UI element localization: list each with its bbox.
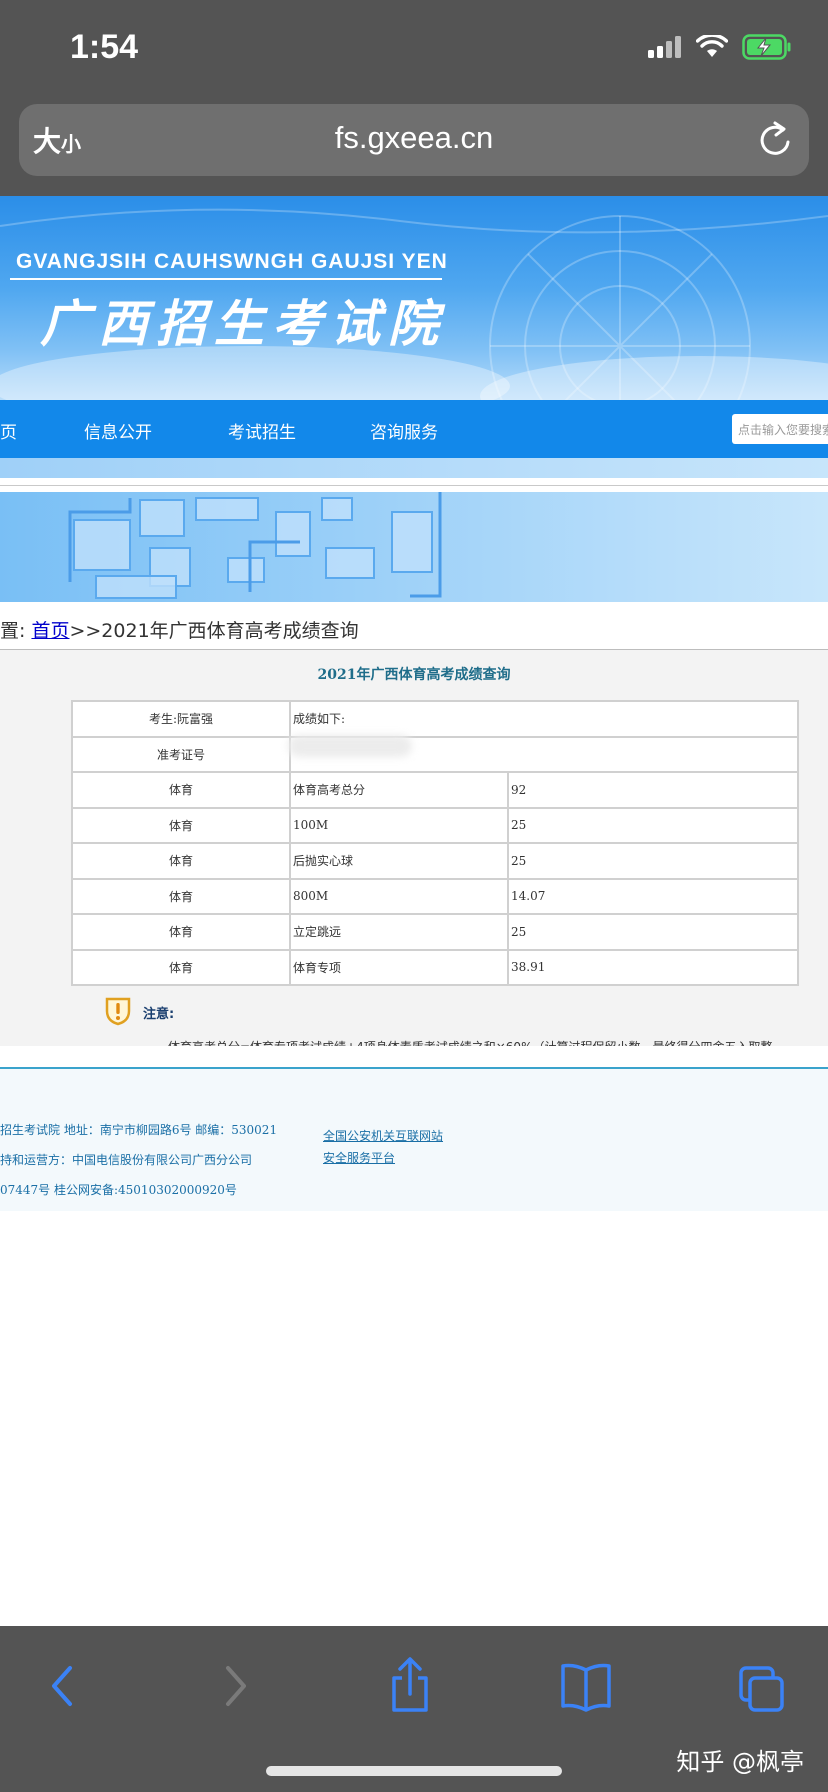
notice-text: 一 体育高考总分=体育专项考试成绩+4项身体素质考试成绩之和×60%（计算过程保… xyxy=(144,1038,814,1046)
pattern-decoration xyxy=(68,492,442,599)
notice-label: 注意: xyxy=(143,1007,175,1022)
exam-id-label-cell: 准考证号 xyxy=(71,735,291,773)
nav-stripe xyxy=(0,458,828,478)
table-row: 考生:阮富强 成绩如下: xyxy=(71,700,799,738)
item-cell: 后抛实心球 xyxy=(289,842,509,880)
footer-operator: 持和运营方：中国电信股份有限公司广西分公司 xyxy=(0,1153,253,1167)
share-icon[interactable] xyxy=(388,1656,432,1716)
status-time: 1:54 xyxy=(70,28,139,66)
banner-english-title: GVANGJSIH CAUHSWNGH GAUJSI YEN xyxy=(16,250,448,273)
item-cell: 800M xyxy=(289,877,509,915)
category-cell: 体育 xyxy=(71,771,291,809)
score-cell: 92 xyxy=(507,771,799,809)
battery-charging-icon xyxy=(742,34,791,60)
forward-icon[interactable] xyxy=(216,1656,256,1716)
banner-chinese-title: 广西招生考试院 xyxy=(40,294,446,353)
breadcrumb-home-link[interactable]: 首页 xyxy=(31,620,69,642)
site-footer: 招生考试院 地址：南宁市柳园路6号 邮编：530021 持和运营方：中国电信股份… xyxy=(0,1069,828,1211)
redaction-smudge xyxy=(288,735,412,757)
nav-consult-service[interactable]: 咨询服务 xyxy=(370,418,438,443)
score-cell: 38.91 xyxy=(507,948,799,986)
reload-icon[interactable] xyxy=(757,120,793,160)
score-cell: 14.07 xyxy=(507,877,799,915)
category-cell: 体育 xyxy=(71,806,291,844)
item-cell: 体育专项 xyxy=(289,948,509,986)
breadcrumb: 置: 首页>>2021年广西体育高考成绩查询 xyxy=(0,616,359,643)
url-text[interactable]: fs.gxeea.cn xyxy=(19,120,809,156)
table-row: 体育 100M 25 xyxy=(71,806,799,844)
signal-icon xyxy=(648,36,681,58)
nav-exam-enrollment[interactable]: 考试招生 xyxy=(228,418,296,443)
nav-home[interactable]: 页 xyxy=(0,418,17,443)
status-icons xyxy=(648,32,792,62)
warning-shield-icon xyxy=(105,997,131,1026)
site-nav: 页 信息公开 考试招生 咨询服务 点击输入您要搜索 xyxy=(0,400,828,458)
table-row: 体育 体育高考总分 92 xyxy=(71,771,799,809)
category-cell: 体育 xyxy=(71,913,291,951)
footer-address: 招生考试院 地址：南宁市柳园路6号 邮编：530021 xyxy=(0,1123,278,1137)
header-note-cell: 成绩如下: xyxy=(289,700,799,738)
score-cell: 25 xyxy=(507,913,799,951)
banner-underline xyxy=(10,278,442,280)
item-cell: 立定跳远 xyxy=(289,913,509,951)
browser-top-chrome: 1:54 大小 fs.gxeea.cn xyxy=(0,0,828,196)
back-icon[interactable] xyxy=(42,1656,82,1716)
breadcrumb-current: >>2021年广西体育高考成绩查询 xyxy=(69,620,359,642)
tabs-icon[interactable] xyxy=(738,1656,786,1716)
table-row: 体育 800M 14.07 xyxy=(71,877,799,915)
category-cell: 体育 xyxy=(71,948,291,986)
site-banner: GVANGJSIH CAUHSWNGH GAUJSI YEN 广西招生考试院 xyxy=(0,196,828,400)
table-row: 体育 后抛实心球 25 xyxy=(71,842,799,880)
bookmarks-icon[interactable] xyxy=(560,1656,612,1716)
wifi-icon xyxy=(696,35,728,57)
pattern-banner xyxy=(0,492,828,602)
score-cell: 25 xyxy=(507,806,799,844)
table-row: 体育 立定跳远 25 xyxy=(71,913,799,951)
table-row: 体育 体育专项 38.91 xyxy=(71,948,799,986)
footer-record-number: 07447号 桂公网安备:45010302000920号 xyxy=(0,1183,237,1197)
breadcrumb-prefix: 置: xyxy=(0,620,26,642)
address-bar[interactable]: 大小 fs.gxeea.cn xyxy=(19,104,809,176)
footer-link-public-security[interactable]: 全国公安机关互联网站 xyxy=(323,1127,443,1144)
score-cell: 25 xyxy=(507,842,799,880)
home-indicator[interactable] xyxy=(266,1766,562,1776)
score-table: 考生:阮富强 成绩如下: 准考证号 体育 体育高考总分 92 体育 100M 2… xyxy=(71,700,799,986)
nav-info-public[interactable]: 信息公开 xyxy=(84,418,152,443)
item-cell: 100M xyxy=(289,806,509,844)
web-page: GVANGJSIH CAUHSWNGH GAUJSI YEN 广西招生考试院 页… xyxy=(0,196,828,1626)
candidate-name-cell: 考生:阮富强 xyxy=(71,700,291,738)
watermark: 知乎 @枫亭 xyxy=(676,1748,804,1776)
divider xyxy=(0,485,828,486)
site-search-input[interactable]: 点击输入您要搜索 xyxy=(732,414,828,444)
category-cell: 体育 xyxy=(71,877,291,915)
score-content: 2021年广西体育高考成绩查询 考生:阮富强 成绩如下: 准考证号 体育 体育高… xyxy=(0,650,828,1046)
item-cell: 体育高考总分 xyxy=(289,771,509,809)
table-row: 准考证号 xyxy=(71,735,799,773)
score-title: 2021年广西体育高考成绩查询 xyxy=(317,667,511,683)
footer-link-safety-platform[interactable]: 安全服务平台 xyxy=(323,1149,395,1166)
category-cell: 体育 xyxy=(71,842,291,880)
